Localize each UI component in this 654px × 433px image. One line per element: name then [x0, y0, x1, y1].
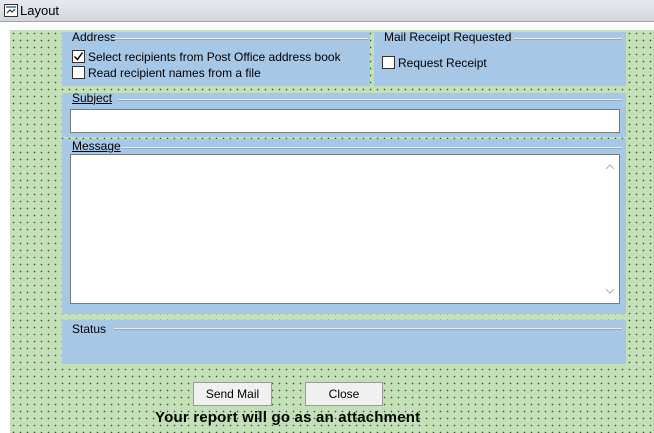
message-panel: Message — [62, 139, 626, 314]
send-mail-button[interactable]: Send Mail — [193, 382, 272, 406]
select-recipients-checkbox[interactable] — [72, 50, 85, 63]
scroll-up-icon[interactable] — [605, 164, 615, 170]
form-icon — [4, 4, 18, 17]
mail-receipt-separator — [514, 38, 622, 40]
status-separator — [114, 328, 622, 330]
subject-separator — [118, 99, 622, 101]
request-receipt-label[interactable]: Request Receipt — [398, 56, 487, 70]
address-panel: Address Select recipients from Post Offi… — [62, 30, 370, 86]
address-separator — [112, 38, 368, 40]
read-recipients-checkbox[interactable] — [72, 66, 85, 79]
address-title: Address — [72, 30, 117, 44]
message-title: Message — [72, 139, 121, 153]
mail-receipt-panel: Mail Receipt Requested Request Receipt — [374, 30, 626, 86]
status-title: Status — [72, 322, 107, 336]
select-recipients-label[interactable]: Select recipients from Post Office addre… — [88, 50, 341, 64]
read-recipients-label[interactable]: Read recipient names from a file — [88, 66, 261, 80]
request-receipt-checkbox[interactable] — [382, 56, 395, 69]
mail-receipt-title: Mail Receipt Requested — [384, 30, 512, 44]
scroll-down-icon[interactable] — [605, 288, 615, 294]
window-title: Layout — [20, 3, 60, 18]
message-textarea[interactable] — [70, 154, 620, 304]
close-button[interactable]: Close — [305, 382, 383, 406]
message-separator — [122, 147, 622, 149]
check-mark-icon — [74, 52, 84, 61]
message-scrollbar[interactable] — [601, 156, 618, 302]
subject-title: Subject — [72, 91, 113, 105]
subject-panel: Subject — [62, 91, 626, 137]
subject-input[interactable] — [70, 109, 620, 133]
window-titlebar: Layout — [0, 0, 654, 22]
status-panel: Status — [62, 320, 626, 364]
attachment-notice: Your report will go as an attachment — [155, 409, 421, 426]
